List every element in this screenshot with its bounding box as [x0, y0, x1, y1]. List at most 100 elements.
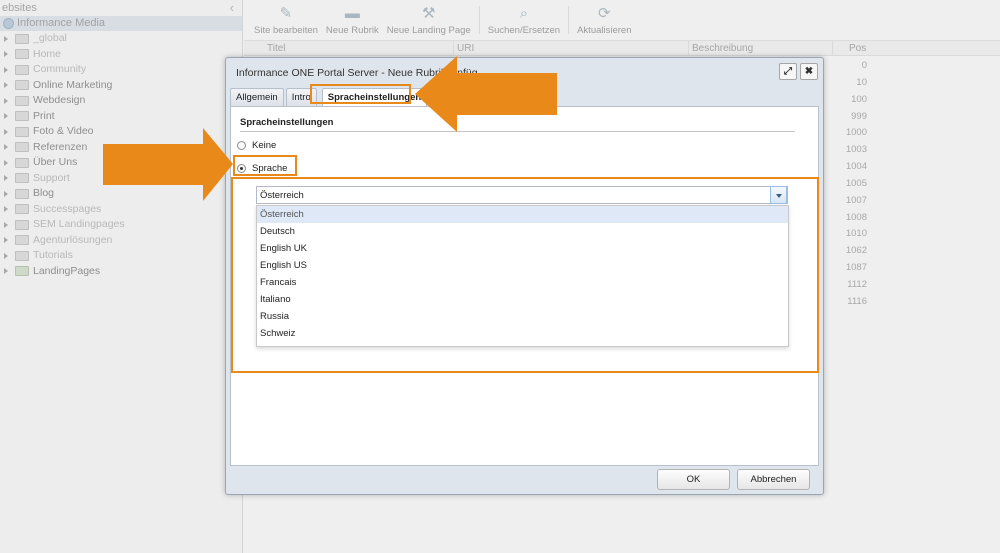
tree-item-label: _global — [33, 32, 67, 44]
expand-arrow-icon[interactable] — [4, 159, 8, 166]
expand-arrow-icon[interactable] — [4, 82, 8, 89]
tree-item[interactable]: Webdesign — [0, 93, 242, 109]
table-row[interactable]: 1112 — [836, 277, 870, 294]
tree-item[interactable]: Print — [0, 109, 242, 125]
table-row[interactable]: 1004 — [836, 159, 870, 176]
folder-icon — [15, 250, 29, 261]
table-row[interactable]: 1003 — [836, 142, 870, 159]
maximize-icon[interactable]: ⤢ — [779, 63, 797, 80]
folder-icon — [15, 111, 29, 122]
column-uri[interactable]: URI — [454, 41, 689, 56]
expand-arrow-icon[interactable] — [4, 97, 8, 104]
radio-keine[interactable]: Keine — [237, 140, 276, 151]
table-row[interactable]: 10 — [836, 75, 870, 92]
folder-add-icon: ▬ — [344, 5, 360, 22]
globe-icon — [3, 18, 14, 29]
new-landing-page-button[interactable]: ⚒ Neue Landing Page — [383, 3, 475, 40]
toolbar: ✎ Site bearbeiten ▬ Neue Rubrik ⚒ Neue L… — [244, 0, 1000, 41]
tree-item-label: Support — [33, 171, 70, 184]
expand-arrow-icon[interactable] — [4, 175, 8, 182]
expand-arrow-icon[interactable] — [4, 144, 8, 151]
panel-header: ebsites ‹ — [0, 0, 242, 16]
table-row[interactable]: 999 — [836, 109, 870, 126]
expand-arrow-icon[interactable] — [4, 66, 8, 73]
table-row[interactable]: 1000 — [836, 125, 870, 142]
new-rubric-button[interactable]: ▬ Neue Rubrik — [322, 3, 383, 40]
table-row[interactable]: 1087 — [836, 260, 870, 277]
site-edit-button[interactable]: ✎ Site bearbeiten — [250, 3, 322, 40]
tree-item[interactable]: LandingPages — [0, 264, 242, 280]
tree-root-label: Informance Media — [17, 17, 106, 29]
table-row[interactable]: 1010 — [836, 226, 870, 243]
grid-pos-column: 0 10 100 999 1000 1003 1004 1005 1007 1008 1010 106… — [836, 58, 870, 311]
folder-icon — [15, 235, 29, 246]
expand-arrow-icon[interactable] — [4, 190, 8, 197]
folder-icon — [15, 157, 29, 168]
folder-icon — [15, 173, 29, 184]
tree-item[interactable]: SEM Landingpages — [0, 217, 242, 233]
tree-item[interactable]: Online Marketing — [0, 78, 242, 94]
folder-icon — [15, 49, 29, 60]
tab-allgemein[interactable]: Allgemein — [230, 88, 284, 106]
tree-item-label: Print — [33, 109, 55, 122]
expand-arrow-icon[interactable] — [4, 128, 8, 135]
folder-icon — [15, 126, 29, 137]
tree-item-label: Blog — [33, 187, 55, 199]
tree-item-label: Über Uns — [33, 156, 78, 168]
expand-arrow-icon[interactable] — [4, 206, 8, 213]
tree-item-label: Online Marketing — [33, 78, 113, 91]
arrow-left-icon — [415, 56, 557, 132]
table-row[interactable]: 1116 — [836, 294, 870, 311]
refresh-button[interactable]: ⟳ Aktualisieren — [573, 3, 635, 40]
search-replace-icon: ⌕ — [519, 5, 529, 22]
panel-title: ebsites — [2, 2, 37, 14]
highlight-radio-box — [233, 155, 297, 176]
cancel-button[interactable]: Abbrechen — [737, 469, 810, 490]
search-replace-button[interactable]: ⌕ Suchen/Ersetzen — [484, 3, 564, 40]
tree-item[interactable]: Home — [0, 47, 242, 63]
folder-icon — [15, 188, 29, 199]
expand-arrow-icon[interactable] — [4, 113, 8, 120]
expand-arrow-icon[interactable] — [4, 237, 8, 244]
tree-item-label: Webdesign — [33, 94, 86, 106]
close-icon[interactable]: ✖ — [800, 63, 818, 80]
table-row[interactable]: 1062 — [836, 243, 870, 260]
collapse-icon[interactable]: ‹ — [230, 0, 234, 16]
site-edit-label: Site bearbeiten — [254, 25, 318, 36]
ok-button[interactable]: OK — [657, 469, 730, 490]
folder-icon — [15, 219, 29, 230]
new-landing-page-label: Neue Landing Page — [386, 25, 471, 36]
column-description[interactable]: Beschreibung — [689, 41, 833, 56]
tree-item[interactable]: Agenturlösungen — [0, 233, 242, 249]
column-title[interactable]: Titel — [264, 41, 454, 56]
highlight-dropdown-box — [231, 177, 819, 373]
table-row[interactable]: 1008 — [836, 210, 870, 227]
expand-arrow-icon[interactable] — [4, 51, 8, 58]
tree-item[interactable]: _global — [0, 31, 242, 47]
folder-icon — [15, 142, 29, 153]
expand-arrow-icon[interactable] — [4, 221, 8, 228]
radio-button[interactable] — [237, 141, 246, 150]
folder-icon — [15, 64, 29, 75]
folder-icon — [15, 33, 29, 44]
wrench-icon: ⚒ — [422, 5, 436, 22]
folder-icon — [15, 95, 29, 106]
tree-item-label: Community — [33, 63, 87, 75]
column-pos[interactable]: Pos — [833, 41, 869, 56]
tree-item[interactable]: Community — [0, 62, 242, 78]
radio-keine-label: Keine — [252, 140, 277, 151]
tree-item[interactable]: Tutorials — [0, 248, 242, 264]
table-row[interactable]: 1005 — [836, 176, 870, 193]
expand-arrow-icon[interactable] — [4, 268, 8, 275]
dialog-footer: OK Abbrechen — [230, 466, 819, 490]
folder-icon — [15, 266, 29, 277]
table-row[interactable]: 100 — [836, 92, 870, 109]
tree-root[interactable]: Informance Media — [0, 16, 242, 31]
tree-item-label: Successpages — [33, 202, 102, 215]
table-row[interactable]: 1007 — [836, 193, 870, 210]
folder-icon — [15, 80, 29, 91]
tree-item[interactable]: Successpages — [0, 202, 242, 218]
table-row[interactable]: 0 — [836, 58, 870, 75]
expand-arrow-icon[interactable] — [4, 35, 8, 42]
expand-arrow-icon[interactable] — [4, 252, 8, 259]
